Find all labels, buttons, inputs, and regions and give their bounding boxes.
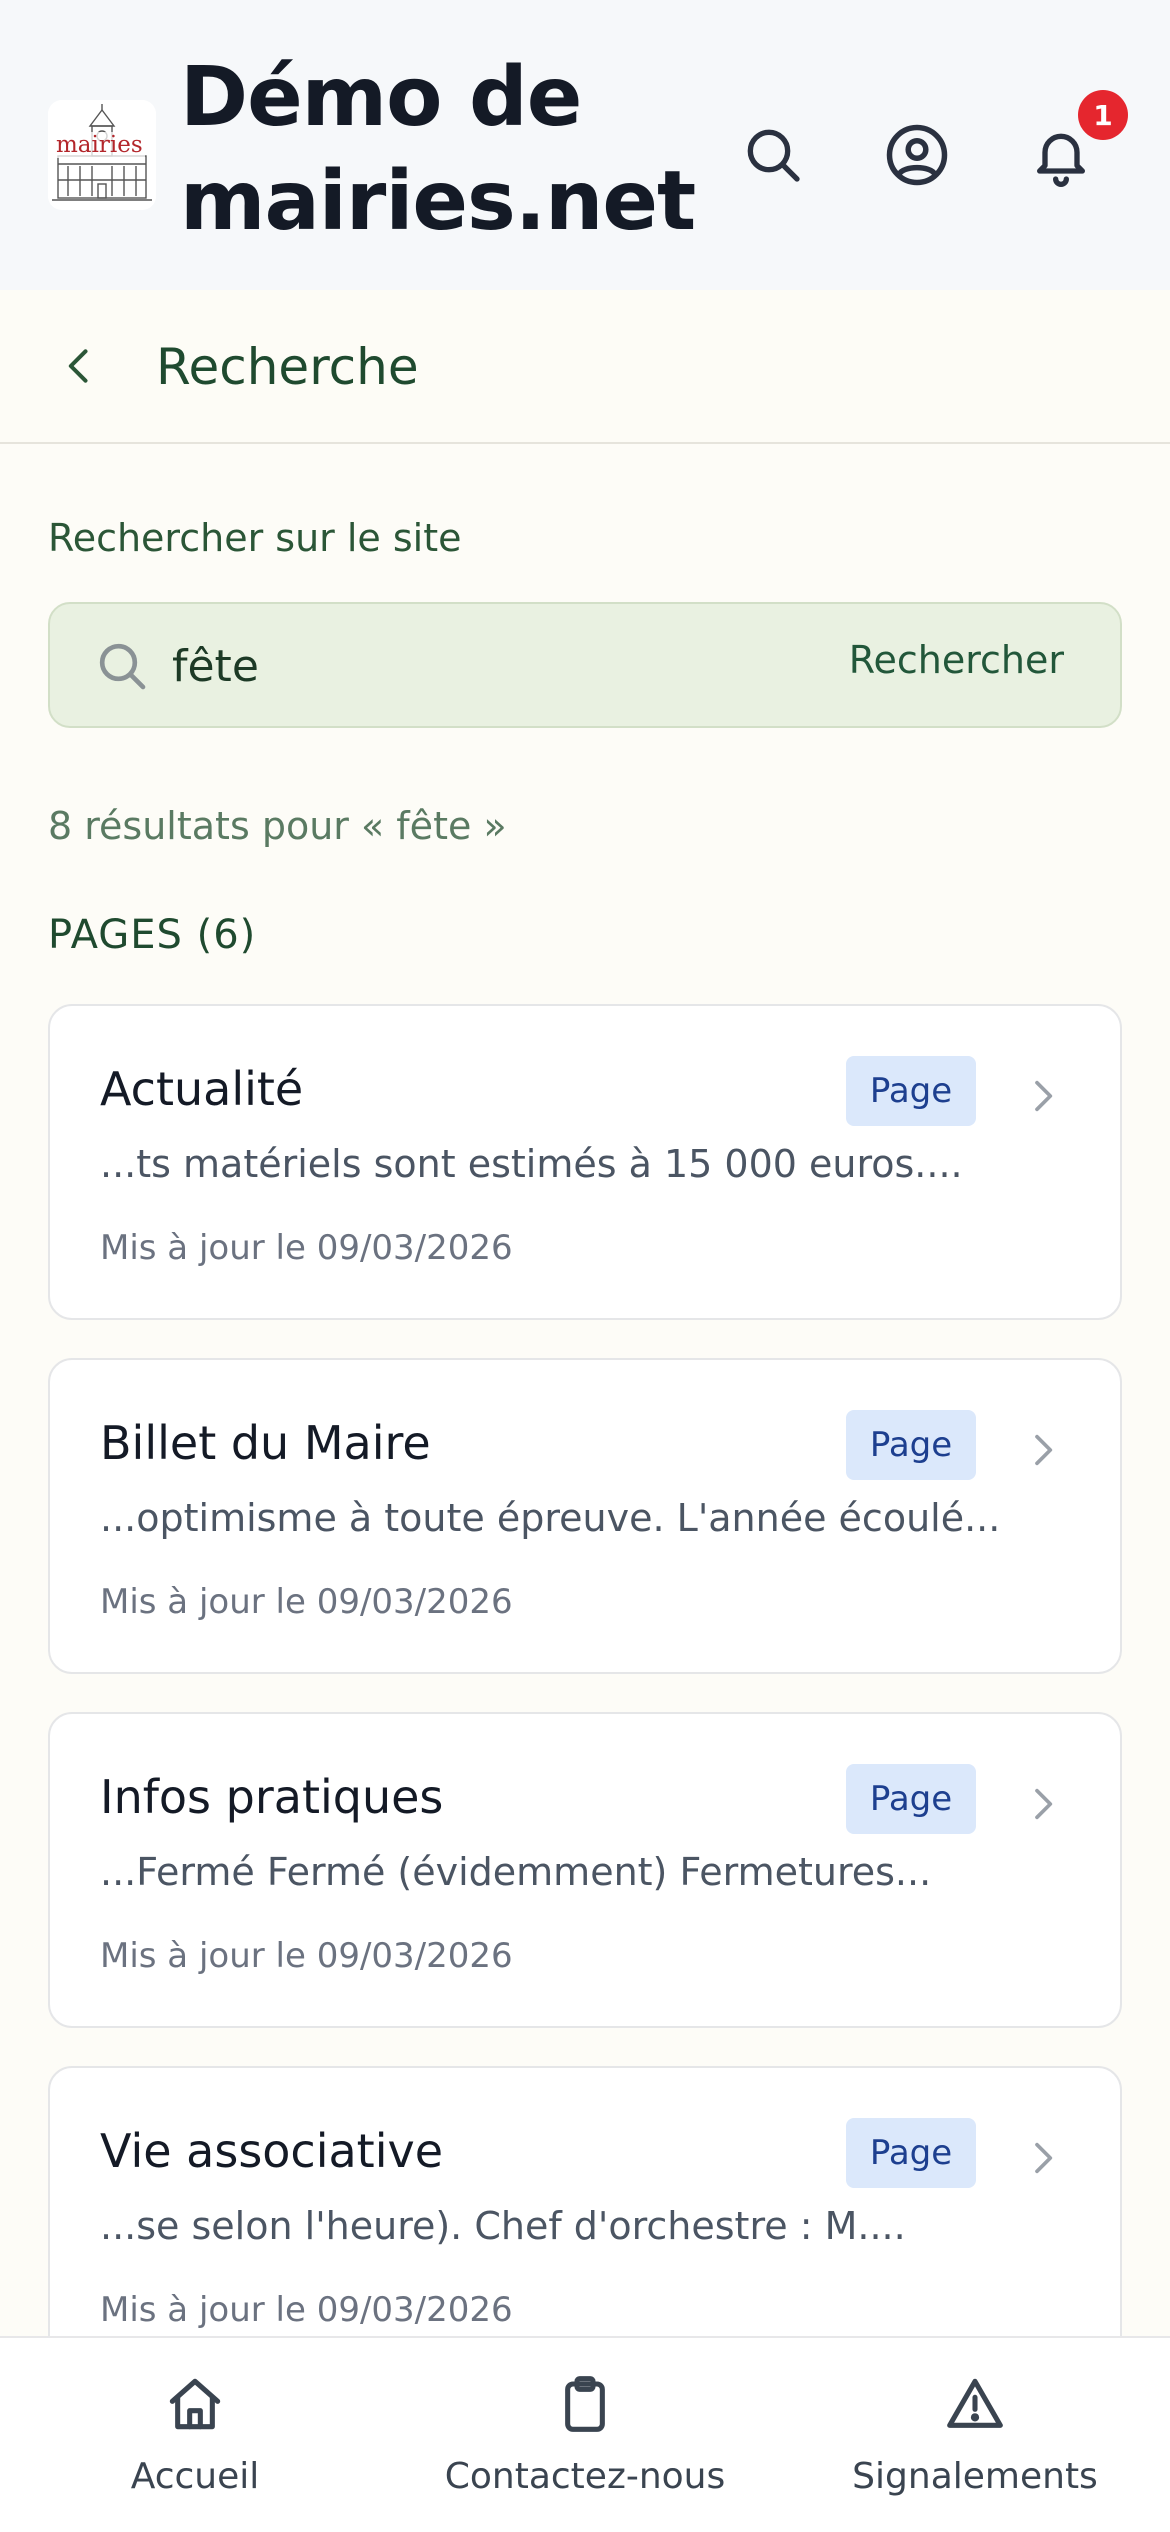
page-title: Recherche xyxy=(156,338,419,396)
chevron-right-icon xyxy=(1016,1066,1068,1126)
nav-item-home[interactable]: Accueil xyxy=(0,2338,390,2532)
search-submit-button[interactable]: Rechercher xyxy=(849,638,1064,682)
result-date: Mis à jour le 09/03/2026 xyxy=(100,2290,513,2330)
result-type-badge: Page xyxy=(846,2118,976,2188)
result-card[interactable]: Actualité Page ...ts matériels sont esti… xyxy=(48,1004,1122,1320)
user-circle-icon xyxy=(886,124,948,186)
bottom-navigation: Accueil Contactez-nous Signalements xyxy=(0,2336,1170,2532)
warning-triangle-icon xyxy=(939,2368,1011,2440)
notification-badge: 1 xyxy=(1078,90,1128,140)
search-input[interactable] xyxy=(172,628,732,704)
result-type-badge: Page xyxy=(846,1410,976,1480)
chevron-right-icon xyxy=(1016,1420,1068,1480)
bell-icon xyxy=(1037,133,1085,187)
result-type-badge: Page xyxy=(846,1764,976,1834)
header-search-button[interactable] xyxy=(731,113,815,197)
account-button[interactable] xyxy=(875,113,959,197)
app-title: Démo de mairies.net xyxy=(180,50,696,249)
result-title: Infos pratiques xyxy=(100,1770,444,1824)
nav-item-contact[interactable]: Contactez-nous xyxy=(390,2338,780,2532)
clipboard-icon xyxy=(549,2368,621,2440)
chevron-right-icon xyxy=(1016,2128,1068,2188)
result-title: Billet du Maire xyxy=(100,1416,431,1470)
result-excerpt: ...se selon l'heure). Chef d'orchestre :… xyxy=(100,2204,906,2248)
logo-text: mairies xyxy=(54,132,145,158)
nav-label-home: Accueil xyxy=(130,2456,260,2497)
chevron-right-icon xyxy=(1016,1774,1068,1834)
result-date: Mis à jour le 09/03/2026 xyxy=(100,1228,513,1268)
nav-label-reports: Signalements xyxy=(852,2456,1098,2497)
mairie-logo: mairies xyxy=(48,100,156,210)
nav-item-reports[interactable]: Signalements xyxy=(780,2338,1170,2532)
result-card[interactable]: Vie associative Page ...se selon l'heure… xyxy=(48,2066,1122,2382)
result-date: Mis à jour le 09/03/2026 xyxy=(100,1936,513,1976)
page-header: Recherche xyxy=(0,290,1170,444)
chevron-left-icon xyxy=(68,349,88,383)
app-header: mairies Démo de mairies.net 1 xyxy=(0,0,1170,290)
results-list: Actualité Page ...ts matériels sont esti… xyxy=(48,1004,1122,2420)
search-icon xyxy=(747,129,800,182)
section-title-pages: PAGES (6) xyxy=(48,912,257,958)
result-excerpt: ...Fermé Fermé (évidemment) Fermetures..… xyxy=(100,1850,932,1894)
search-box: Rechercher xyxy=(48,602,1122,728)
result-card[interactable]: Billet du Maire Page ...optimisme à tout… xyxy=(48,1358,1122,1674)
back-button[interactable] xyxy=(42,328,118,404)
result-title: Actualité xyxy=(100,1062,304,1116)
results-summary: 8 résultats pour « fête » xyxy=(48,804,507,848)
search-field-icon xyxy=(90,634,154,698)
nav-label-contact: Contactez-nous xyxy=(444,2456,726,2497)
app-root: mairies Démo de mairies.net 1 Recherche xyxy=(0,0,1170,2532)
result-date: Mis à jour le 09/03/2026 xyxy=(100,1582,513,1622)
result-excerpt: ...ts matériels sont estimés à 15 000 eu… xyxy=(100,1142,963,1186)
result-card[interactable]: Infos pratiques Page ...Fermé Fermé (évi… xyxy=(48,1712,1122,2028)
home-icon xyxy=(159,2368,231,2440)
result-type-badge: Page xyxy=(846,1056,976,1126)
result-title: Vie associative xyxy=(100,2124,444,2178)
search-label: Rechercher sur le site xyxy=(48,516,462,560)
result-excerpt: ...optimisme à toute épreuve. L'année éc… xyxy=(100,1496,1001,1540)
